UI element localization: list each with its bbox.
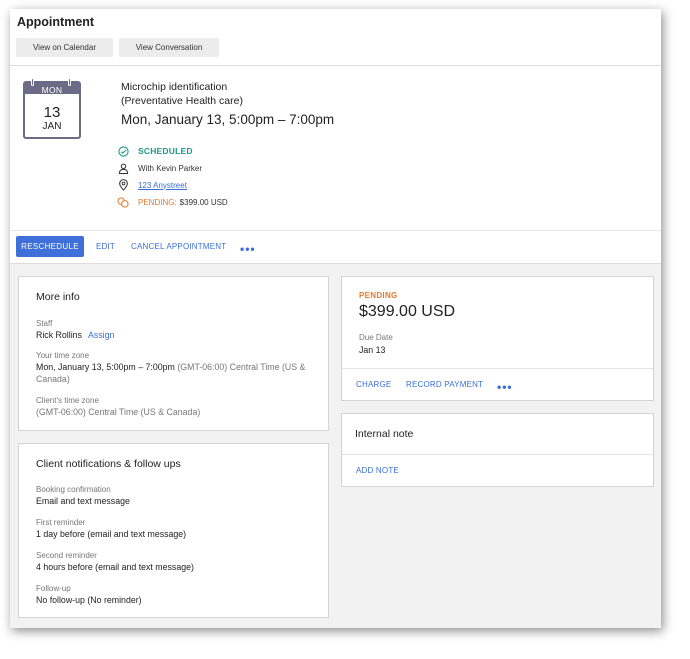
calendar-icon: MON 13 JAN: [23, 78, 81, 139]
reschedule-button[interactable]: RESCHEDULE: [16, 236, 84, 257]
header: Appointment View on Calendar View Conver…: [10, 9, 661, 65]
more-info-title: More info: [36, 291, 80, 303]
view-on-calendar-button[interactable]: View on Calendar: [16, 38, 113, 57]
payment-card: PENDING $399.00 USD Due Date Jan 13 CHAR…: [341, 276, 654, 401]
summary-divider: [10, 230, 661, 231]
payment-total: $399.00 USD: [359, 303, 456, 320]
payment-more-icon[interactable]: •••: [497, 381, 513, 393]
location-link[interactable]: 123 Anystreet: [138, 181, 187, 190]
appointment-window: Appointment View on Calendar View Conver…: [10, 9, 661, 628]
internal-note-title: Internal note: [355, 428, 414, 440]
booking-confirmation-value: Email and text message: [36, 496, 130, 506]
status-row: SCHEDULED: [116, 144, 193, 158]
location-row: 123 Anystreet: [116, 178, 187, 192]
record-payment-button[interactable]: RECORD PAYMENT: [406, 380, 483, 389]
more-options-icon[interactable]: •••: [240, 243, 256, 255]
staff-value: Rick Rollins: [36, 330, 82, 340]
assign-link[interactable]: Assign: [88, 330, 114, 340]
payment-row: PENDING: $399.00 USD: [116, 195, 228, 209]
page-title: Appointment: [17, 15, 95, 29]
calendar-month: JAN: [42, 121, 62, 132]
staff-label: Staff: [36, 319, 53, 328]
staff-row: With Kevin Parker: [116, 161, 202, 175]
add-note-button[interactable]: ADD NOTE: [356, 466, 399, 475]
first-reminder-label: First reminder: [36, 518, 86, 527]
second-reminder-value: 4 hours before (email and text message): [36, 562, 194, 572]
more-info-card: More info Staff Rick Rollins Assign Your …: [18, 276, 329, 431]
follow-up-value: No follow-up (No reminder): [36, 595, 142, 605]
action-bar: RESCHEDULE EDIT CANCEL APPOINTMENT •••: [10, 235, 661, 263]
appointment-datetime: Mon, January 13, 5:00pm – 7:00pm: [121, 112, 335, 127]
service-title: Microchip identification (Preventative H…: [121, 80, 381, 108]
follow-up-label: Follow-up: [36, 584, 71, 593]
notifications-card: Client notifications & follow ups Bookin…: [18, 443, 329, 618]
payment-divider: [342, 368, 653, 369]
service-name: Microchip identification: [121, 81, 228, 93]
internal-note-divider: [342, 454, 653, 455]
service-category: (Preventative Health care): [121, 95, 243, 107]
coins-icon: [116, 195, 130, 209]
payment-status-badge: PENDING: [359, 291, 398, 300]
payment-amount: $399.00 USD: [179, 197, 228, 207]
client-timezone-label: Client's time zone: [36, 396, 99, 405]
calendar-weekday: MON: [41, 85, 63, 95]
staff-text: With Kevin Parker: [138, 163, 203, 173]
your-timezone-label: Your time zone: [36, 351, 90, 360]
booking-confirmation-label: Booking confirmation: [36, 485, 111, 494]
due-date-value: Jan 13: [359, 345, 386, 355]
header-divider: [10, 65, 661, 66]
client-timezone-value: (GMT-06:00) Central Time (US & Canada): [36, 407, 201, 417]
notifications-title: Client notifications & follow ups: [36, 458, 181, 470]
due-date-label: Due Date: [359, 333, 393, 342]
edit-button[interactable]: EDIT: [96, 242, 115, 251]
view-conversation-button[interactable]: View Conversation: [119, 38, 219, 57]
payment-status: PENDING:: [138, 197, 177, 207]
person-icon: [116, 161, 130, 175]
cancel-appointment-button[interactable]: CANCEL APPOINTMENT: [131, 242, 226, 251]
charge-button[interactable]: CHARGE: [356, 380, 391, 389]
status-badge: SCHEDULED: [138, 146, 193, 156]
check-circle-icon: [116, 144, 130, 158]
second-reminder-label: Second reminder: [36, 551, 97, 560]
internal-note-card: Internal note ADD NOTE: [341, 413, 654, 487]
your-timezone-value: Mon, January 13, 5:00pm – 7:00pm (GMT-06…: [36, 361, 321, 385]
staff-value-row: Rick Rollins Assign: [36, 329, 114, 341]
your-timezone-time: Mon, January 13, 5:00pm – 7:00pm: [36, 362, 175, 372]
first-reminder-value: 1 day before (email and text message): [36, 529, 187, 539]
map-pin-icon: [116, 178, 130, 192]
calendar-day: 13: [43, 104, 61, 121]
